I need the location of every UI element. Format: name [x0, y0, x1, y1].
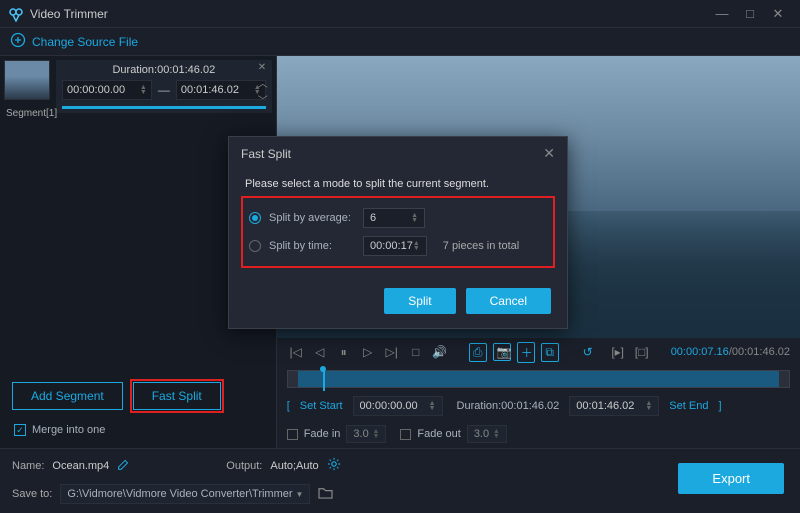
set-start-link[interactable]: Set Start: [300, 400, 343, 412]
split-time-input[interactable]: 00:00:17▲▼: [363, 236, 427, 256]
dialog-title: Fast Split: [241, 147, 291, 161]
mark-out-icon[interactable]: [□]: [633, 345, 651, 359]
fade-out-input[interactable]: 3.0▲▼: [467, 425, 507, 443]
name-label: Name:: [12, 460, 44, 472]
split-time-radio[interactable]: [249, 240, 261, 252]
play-pause-icon[interactable]: ⏸: [335, 345, 353, 360]
fade-out-label: Fade out: [417, 428, 460, 440]
segment-down-icon[interactable]: ﹀: [258, 92, 268, 107]
title-bar: Video Trimmer — □ ✕: [0, 0, 800, 28]
toolbar: Change Source File: [0, 28, 800, 56]
step-forward-icon[interactable]: ▷: [359, 345, 377, 359]
edit-name-icon[interactable]: [117, 458, 130, 474]
output-value: Auto;Auto: [270, 460, 318, 472]
segment-info: ✕ ︿ ﹀ Duration:00:01:46.02 00:00:00.00 ▲…: [56, 60, 272, 113]
footer: Name: Ocean.mp4 Output: Auto;Auto Save t…: [0, 448, 800, 512]
segment-up-icon[interactable]: ︿: [258, 75, 268, 90]
skip-end-icon[interactable]: ▷|: [383, 345, 401, 359]
fade-in-checkbox[interactable]: [287, 429, 298, 440]
split-average-input[interactable]: 6▲▼: [363, 208, 425, 228]
volume-icon[interactable]: 🔊: [431, 345, 449, 359]
fade-in-label: Fade in: [304, 428, 341, 440]
tool-camera-icon[interactable]: 📷: [493, 343, 511, 361]
skip-start-icon[interactable]: |◁: [287, 345, 305, 359]
merge-checkbox[interactable]: ✓: [14, 424, 26, 436]
segment-thumbnail[interactable]: [4, 60, 50, 100]
split-time-label: Split by time:: [269, 240, 355, 252]
tool-add-icon[interactable]: ＋: [517, 342, 535, 363]
minimize-button[interactable]: —: [708, 6, 736, 21]
step-back-icon[interactable]: ◁: [311, 345, 329, 359]
name-value: Ocean.mp4: [52, 460, 109, 472]
add-segment-button[interactable]: Add Segment: [12, 382, 123, 410]
fade-row: Fade in 3.0▲▼ Fade out 3.0▲▼: [277, 420, 800, 448]
segment-progress-bar: [62, 106, 266, 109]
segment-start-input[interactable]: 00:00:00.00 ▲▼: [62, 80, 152, 100]
tool-copy-icon[interactable]: ⧉: [541, 343, 559, 362]
dialog-cancel-button[interactable]: Cancel: [466, 288, 551, 314]
output-settings-icon[interactable]: [327, 457, 343, 474]
tool-snapshot-icon[interactable]: ⎙: [469, 343, 487, 362]
change-source-link[interactable]: Change Source File: [32, 35, 138, 49]
plus-circle-icon[interactable]: [10, 32, 26, 51]
dialog-close-icon[interactable]: ✕: [543, 145, 555, 162]
output-label: Output:: [226, 460, 262, 472]
mark-in-icon[interactable]: [▸]: [609, 345, 627, 359]
segment-remove-icon[interactable]: ✕: [258, 62, 268, 73]
range-row: [ Set Start 00:00:00.00▲▼ Duration:00:01…: [277, 392, 800, 420]
maximize-button[interactable]: □: [736, 6, 764, 21]
timeline[interactable]: [277, 366, 800, 392]
bracket-right-icon: ]: [718, 400, 721, 412]
segment-duration-label: Duration:00:01:46.02: [62, 64, 266, 76]
split-average-label: Split by average:: [269, 212, 355, 224]
close-button[interactable]: ✕: [764, 6, 792, 22]
dialog-split-button[interactable]: Split: [384, 288, 455, 314]
fade-in-input[interactable]: 3.0▲▼: [346, 425, 386, 443]
export-button[interactable]: Export: [678, 463, 784, 494]
range-duration-label: Duration:00:01:46.02: [457, 400, 560, 412]
app-logo-icon: [8, 6, 24, 22]
fast-split-dialog: Fast Split ✕ Please select a mode to spl…: [228, 136, 568, 329]
stop-icon[interactable]: □: [407, 345, 425, 359]
segment-end-input[interactable]: 00:01:46.02 ▲▼: [176, 80, 266, 100]
save-to-label: Save to:: [12, 488, 52, 500]
playback-timecode: 00:00:07.16/00:01:46.02: [671, 346, 790, 358]
split-average-radio[interactable]: [249, 212, 261, 224]
bracket-left-icon: [: [287, 400, 290, 412]
save-path-dropdown[interactable]: G:\Vidmore\Vidmore Video Converter\Trimm…: [60, 484, 310, 504]
undo-icon[interactable]: ↺: [579, 345, 597, 359]
playback-controls: |◁ ◁ ⏸ ▷ ▷| □ 🔊 ⎙ 📷 ＋ ⧉ ↺ [▸] [□] 00:00:…: [277, 338, 800, 366]
range-end-input[interactable]: 00:01:46.02▲▼: [569, 396, 659, 416]
split-pieces-hint: 7 pieces in total: [443, 240, 519, 252]
segment-name-label: Segment[1]: [6, 108, 57, 119]
merge-label: Merge into one: [32, 424, 105, 436]
range-start-input[interactable]: 00:00:00.00▲▼: [353, 396, 443, 416]
fade-out-checkbox[interactable]: [400, 429, 411, 440]
open-folder-icon[interactable]: [318, 486, 333, 502]
range-dash: —: [158, 83, 170, 97]
app-title: Video Trimmer: [30, 7, 708, 21]
fast-split-button[interactable]: Fast Split: [133, 382, 221, 410]
dialog-prompt: Please select a mode to split the curren…: [245, 178, 551, 190]
set-end-link[interactable]: Set End: [669, 400, 708, 412]
